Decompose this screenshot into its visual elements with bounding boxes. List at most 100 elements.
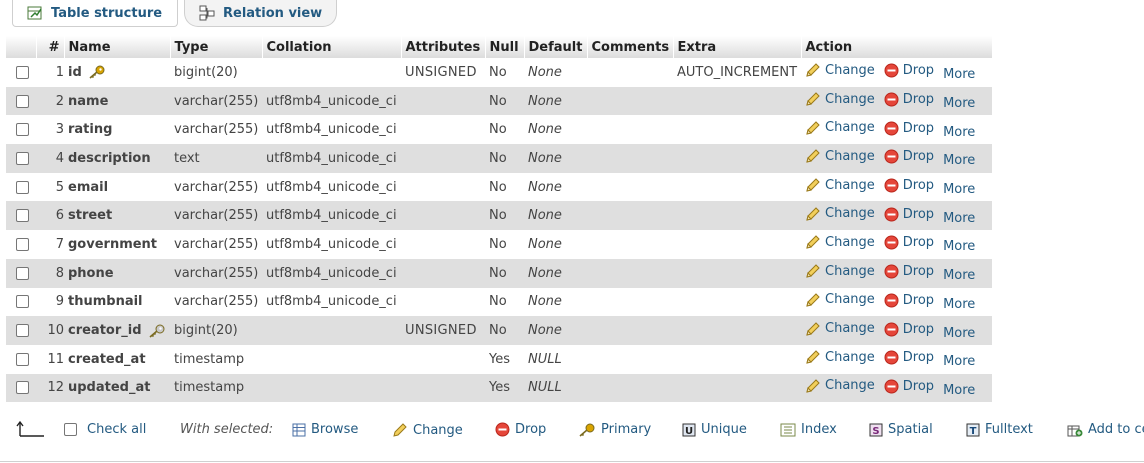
bulk-spatial-button[interactable]: S Spatial: [869, 422, 933, 437]
check-all-toggle[interactable]: Check all: [64, 422, 146, 437]
drop-action[interactable]: Drop: [884, 322, 934, 337]
row-checkbox[interactable]: [16, 151, 29, 165]
drop-label[interactable]: Drop: [903, 92, 934, 107]
change-label[interactable]: Change: [825, 235, 875, 250]
row-checkbox[interactable]: [16, 324, 29, 338]
drop-action[interactable]: Drop: [884, 207, 934, 222]
tab-relation-view[interactable]: Relation view: [184, 0, 337, 27]
bulk-unique-button[interactable]: U Unique: [682, 422, 747, 437]
bulk-action-label[interactable]: Unique: [701, 422, 747, 437]
row-checkbox[interactable]: [16, 123, 29, 137]
change-action[interactable]: Change: [805, 62, 875, 78]
row-checkbox[interactable]: [16, 295, 29, 309]
row-checkbox[interactable]: [16, 180, 29, 194]
row-select[interactable]: [6, 344, 36, 374]
bulk-action-label[interactable]: Fulltext: [985, 422, 1033, 437]
row-checkbox[interactable]: [16, 237, 29, 251]
row-select[interactable]: [6, 86, 36, 116]
bulk-browse-button[interactable]: Browse: [292, 422, 358, 437]
row-checkbox[interactable]: [16, 209, 29, 223]
row-select[interactable]: [6, 201, 36, 231]
bulk-primary-button[interactable]: Primary: [578, 422, 651, 437]
drop-label[interactable]: Drop: [903, 121, 934, 136]
bulk-add-to-ce-button[interactable]: Add to ce: [1067, 422, 1144, 437]
drop-label[interactable]: Drop: [903, 293, 934, 308]
change-action[interactable]: Change: [805, 349, 875, 365]
change-label[interactable]: Change: [825, 206, 875, 221]
change-label[interactable]: Change: [825, 350, 875, 365]
bulk-action-label[interactable]: Spatial: [888, 422, 933, 437]
drop-action[interactable]: Drop: [884, 121, 934, 136]
drop-label[interactable]: Drop: [903, 379, 934, 394]
more-dropdown[interactable]: More: [943, 297, 975, 312]
tab-table-structure[interactable]: Table structure: [12, 0, 178, 27]
change-label[interactable]: Change: [825, 120, 875, 135]
bulk-index-button[interactable]: Index: [780, 422, 837, 437]
drop-label[interactable]: Drop: [903, 178, 934, 193]
more-dropdown[interactable]: More: [943, 354, 975, 369]
bulk-change-button[interactable]: Change: [392, 422, 463, 438]
change-action[interactable]: Change: [805, 234, 875, 250]
change-label[interactable]: Change: [825, 92, 875, 107]
drop-label[interactable]: Drop: [903, 149, 934, 164]
more-dropdown[interactable]: More: [943, 268, 975, 283]
more-dropdown[interactable]: More: [943, 67, 975, 82]
more-dropdown[interactable]: More: [943, 383, 975, 398]
row-select[interactable]: [6, 115, 36, 145]
drop-label[interactable]: Drop: [903, 235, 934, 250]
row-select[interactable]: [6, 316, 36, 345]
row-select[interactable]: [6, 258, 36, 288]
change-action[interactable]: Change: [805, 206, 875, 222]
change-label[interactable]: Change: [825, 321, 875, 336]
more-dropdown[interactable]: More: [943, 239, 975, 254]
row-checkbox[interactable]: [16, 266, 29, 280]
change-label[interactable]: Change: [825, 149, 875, 164]
change-label[interactable]: Change: [825, 264, 875, 279]
drop-action[interactable]: Drop: [884, 293, 934, 308]
change-action[interactable]: Change: [805, 263, 875, 279]
drop-action[interactable]: Drop: [884, 178, 934, 193]
change-action[interactable]: Change: [805, 177, 875, 193]
drop-label[interactable]: Drop: [903, 350, 934, 365]
drop-label[interactable]: Drop: [903, 207, 934, 222]
row-checkbox[interactable]: [16, 65, 29, 79]
change-label[interactable]: Change: [825, 63, 875, 78]
drop-action[interactable]: Drop: [884, 264, 934, 279]
bulk-action-label[interactable]: Index: [801, 422, 837, 437]
bulk-drop-button[interactable]: Drop: [495, 422, 546, 437]
row-checkbox[interactable]: [16, 94, 29, 108]
drop-label[interactable]: Drop: [903, 322, 934, 337]
change-label[interactable]: Change: [825, 292, 875, 307]
bulk-action-label[interactable]: Browse: [311, 422, 358, 437]
row-select[interactable]: [6, 373, 36, 403]
row-select[interactable]: [6, 230, 36, 259]
bulk-action-label[interactable]: Primary: [601, 422, 651, 437]
row-select[interactable]: [6, 58, 36, 87]
row-select[interactable]: [6, 144, 36, 173]
change-action[interactable]: Change: [805, 292, 875, 308]
drop-action[interactable]: Drop: [884, 235, 934, 250]
drop-action[interactable]: Drop: [884, 379, 934, 394]
change-action[interactable]: Change: [805, 120, 875, 136]
drop-label[interactable]: Drop: [903, 264, 934, 279]
change-action[interactable]: Change: [805, 378, 875, 394]
row-checkbox[interactable]: [16, 381, 29, 395]
drop-label[interactable]: Drop: [903, 63, 934, 78]
drop-action[interactable]: Drop: [884, 92, 934, 107]
row-select[interactable]: [6, 287, 36, 317]
more-dropdown[interactable]: More: [943, 96, 975, 111]
drop-action[interactable]: Drop: [884, 149, 934, 164]
check-all-label[interactable]: Check all: [87, 422, 146, 437]
bulk-action-label[interactable]: Add to ce: [1088, 422, 1144, 437]
change-action[interactable]: Change: [805, 91, 875, 107]
row-select[interactable]: [6, 172, 36, 202]
more-dropdown[interactable]: More: [943, 153, 975, 168]
more-dropdown[interactable]: More: [943, 125, 975, 140]
drop-action[interactable]: Drop: [884, 63, 934, 78]
change-label[interactable]: Change: [825, 178, 875, 193]
more-dropdown[interactable]: More: [943, 182, 975, 197]
more-dropdown[interactable]: More: [943, 211, 975, 226]
drop-action[interactable]: Drop: [884, 350, 934, 365]
change-label[interactable]: Change: [825, 378, 875, 393]
more-dropdown[interactable]: More: [943, 326, 975, 341]
